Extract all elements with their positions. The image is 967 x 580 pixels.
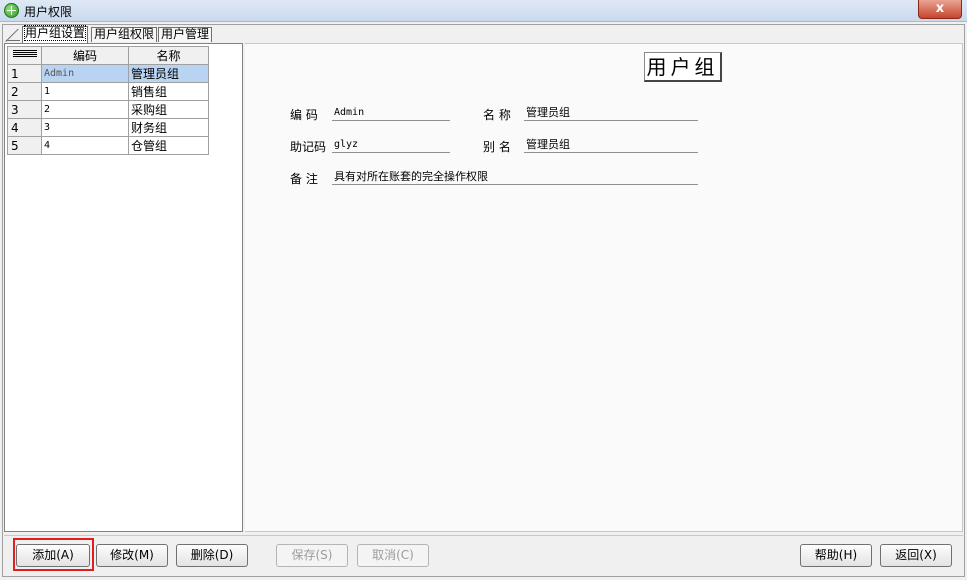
code-label: 编 码 (290, 108, 318, 122)
mnemonic-label: 助记码 (290, 140, 327, 154)
row-name[interactable]: 管理员组 (128, 64, 209, 83)
table-row[interactable]: 4 3 财务组 (7, 118, 209, 137)
remark-label: 备 注 (290, 172, 318, 186)
row-name[interactable]: 采购组 (128, 100, 209, 119)
table-row[interactable]: 5 4 仓管组 (7, 136, 209, 155)
row-code[interactable]: 1 (41, 82, 129, 101)
row-name[interactable]: 财务组 (128, 118, 209, 137)
tab-user-management[interactable]: 用户管理 (158, 27, 213, 42)
help-button[interactable]: 帮助(H) (800, 544, 872, 567)
window-title: 用户权限 (24, 5, 73, 19)
tab-strip-edge (6, 28, 20, 41)
detail-heading: 用户组 (644, 52, 722, 82)
tab-label: 用户组设置 (23, 25, 87, 41)
grid-corner-icon[interactable] (7, 46, 42, 65)
row-name[interactable]: 仓管组 (128, 136, 209, 155)
table-header-row: 编码 名称 (7, 46, 209, 65)
cancel-button[interactable]: 取消(C) (357, 544, 429, 567)
user-group-table: 编码 名称 1 Admin 管理员组 2 1 销售组 3 2 采购组 4 3 财… (7, 46, 209, 155)
remark-field[interactable]: 具有对所在账套的完全操作权限 (332, 170, 698, 185)
tab-user-group-settings[interactable]: 用户组设置 (22, 25, 89, 43)
title-bar: 用户权限 (0, 0, 967, 22)
save-button[interactable]: 保存(S) (276, 544, 348, 567)
back-button[interactable]: 返回(X) (880, 544, 952, 567)
delete-button[interactable]: 删除(D) (176, 544, 248, 567)
name-label: 名 称 (483, 108, 511, 122)
alias-field[interactable]: 管理员组 (524, 138, 698, 153)
row-number: 5 (7, 136, 42, 155)
mnemonic-field[interactable]: glyz (332, 138, 450, 153)
row-number: 3 (7, 100, 42, 119)
highlight-frame (13, 538, 94, 571)
column-header-name[interactable]: 名称 (128, 46, 209, 65)
row-code[interactable]: Admin (41, 64, 129, 83)
row-number: 4 (7, 118, 42, 137)
column-header-code[interactable]: 编码 (41, 46, 129, 65)
row-name[interactable]: 销售组 (128, 82, 209, 101)
alias-label: 别 名 (483, 140, 511, 154)
edit-button[interactable]: 修改(M) (96, 544, 168, 567)
row-number: 1 (7, 64, 42, 83)
row-number: 2 (7, 82, 42, 101)
table-row[interactable]: 1 Admin 管理员组 (7, 64, 209, 83)
row-code[interactable]: 4 (41, 136, 129, 155)
row-code[interactable]: 3 (41, 118, 129, 137)
user-group-list-panel: 编码 名称 1 Admin 管理员组 2 1 销售组 3 2 采购组 4 3 财… (4, 43, 243, 532)
app-icon (4, 3, 19, 18)
name-field[interactable]: 管理员组 (524, 106, 698, 121)
row-code[interactable]: 2 (41, 100, 129, 119)
table-row[interactable]: 3 2 采购组 (7, 100, 209, 119)
table-row[interactable]: 2 1 销售组 (7, 82, 209, 101)
close-button[interactable]: x (918, 0, 962, 19)
code-field[interactable]: Admin (332, 106, 450, 121)
tab-user-group-permissions[interactable]: 用户组权限 (91, 27, 158, 42)
